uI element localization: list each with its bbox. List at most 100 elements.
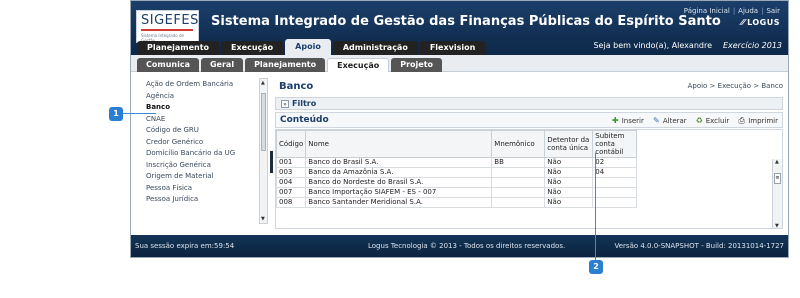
filter-label[interactable]: Filtro xyxy=(292,99,316,108)
link-ajuda[interactable]: Ajuda xyxy=(738,7,758,15)
sidebar-item-acao-ordem-bancaria[interactable]: Ação de Ordem Bancária xyxy=(141,79,266,91)
callout-badge-2: 2 xyxy=(589,260,603,274)
cell-subitem: 02 xyxy=(592,157,638,168)
scroll-down-icon[interactable]: ▼ xyxy=(261,216,265,222)
subtab-comunica[interactable]: Comunica xyxy=(137,58,199,72)
table-row[interactable]: 001 Banco do Brasil S.A. BB Não 02 xyxy=(276,157,638,168)
sidebar-item-banco[interactable]: Banco xyxy=(141,102,266,114)
sidebar-scrollbar[interactable]: ▲ ▼ xyxy=(259,78,268,224)
sub-tab-bar: Comunica Geral Planejamento Execução Pro… xyxy=(131,55,788,72)
sidebar-item-credor-generico[interactable]: Credor Genérico xyxy=(141,137,266,149)
copyright: Logus Tecnologia © 2013 - Todos os direi… xyxy=(368,242,566,250)
cell-nome: Banco Importação SIAFEM - ES - 007 xyxy=(305,187,493,198)
version-info: Versão 4.0.0-SNAPSHOT - Build: 20131014-… xyxy=(614,242,785,250)
print-label: Imprimir xyxy=(748,116,778,125)
breadcrumb: Apoio > Execução > Banco xyxy=(687,82,783,90)
sidebar-item-domicilio-bancario[interactable]: Domicílio Bancário da UG xyxy=(141,148,266,160)
sidebar-item-agencia[interactable]: Agência xyxy=(141,91,266,103)
scroll-up-icon[interactable]: ▲ xyxy=(261,80,265,86)
sidebar-item-inscricao-generica[interactable]: Inscrição Genérica xyxy=(141,160,266,172)
col-header-detentor[interactable]: Detentor da conta única xyxy=(544,130,594,158)
link-sair[interactable]: Sair xyxy=(766,7,780,15)
cell-codigo: 004 xyxy=(276,177,307,188)
sidebar-menu: Ação de Ordem Bancária Agência Banco CNA… xyxy=(141,79,266,225)
plus-icon: ✚ xyxy=(611,116,619,125)
sidebar-item-codigo-gru[interactable]: Código de GRU xyxy=(141,125,266,137)
cell-detentor: Não xyxy=(544,187,594,198)
subtab-planejamento[interactable]: Planejamento xyxy=(245,58,326,72)
logus-brand-text: LOGUS xyxy=(747,18,780,27)
cell-nome: Banco da Amazônia S.A. xyxy=(305,167,493,178)
table-row[interactable]: 004 Banco do Nordeste do Brasil S.A. Não xyxy=(276,177,638,188)
subtab-projeto[interactable]: Projeto xyxy=(391,58,443,72)
tab-administracao[interactable]: Administração xyxy=(332,41,418,55)
tab-execucao[interactable]: Execução xyxy=(221,41,284,55)
welcome-text: Seja bem vindo(a), Alexandre xyxy=(593,41,712,50)
sidebar-item-cnae[interactable]: CNAE xyxy=(141,114,266,126)
table-header-row: Código Nome Mnemônico Detentor da conta … xyxy=(276,130,638,158)
col-header-subitem[interactable]: Subitem conta contábil xyxy=(592,130,638,158)
cell-subitem xyxy=(592,187,638,198)
exercicio-label[interactable]: Exercício 2013 xyxy=(723,41,782,50)
edit-label: Alterar xyxy=(662,116,687,125)
cell-detentor: Não xyxy=(544,197,594,208)
edit-button[interactable]: ✎ Alterar xyxy=(652,116,687,125)
cell-detentor: Não xyxy=(544,157,594,168)
col-header-codigo[interactable]: Código xyxy=(276,130,307,158)
insert-button[interactable]: ✚ Inserir xyxy=(611,116,644,125)
link-separator: | xyxy=(732,7,736,15)
app-window: SIGEFES Sistema Integrado de Gestão Sist… xyxy=(130,0,789,258)
header: SIGEFES Sistema Integrado de Gestão Sist… xyxy=(131,1,788,55)
edit-icon: ✎ xyxy=(653,116,660,125)
cell-subitem xyxy=(592,177,638,188)
panel-splitter[interactable] xyxy=(270,151,273,173)
cell-nome: Banco do Brasil S.A. xyxy=(305,157,493,168)
sub-tabs: Comunica Geral Planejamento Execução Pro… xyxy=(137,58,443,72)
cell-mnemonico: BB xyxy=(491,157,546,168)
subtab-execucao[interactable]: Execução xyxy=(327,58,390,72)
sidebar-item-pessoa-juridica[interactable]: Pessoa Jurídica xyxy=(141,194,266,206)
col-header-mnemonico[interactable]: Mnemônico xyxy=(491,130,546,158)
page-title: Banco xyxy=(279,81,314,92)
table-row[interactable]: 008 Banco Santander Meridional S.A. Não xyxy=(276,197,638,208)
app-title: Sistema Integrado de Gestão das Finanças… xyxy=(211,14,721,29)
subtab-geral[interactable]: Geral xyxy=(200,58,244,72)
sidebar-item-origem-material[interactable]: Origem de Material xyxy=(141,171,266,183)
filter-bar[interactable]: » Filtro xyxy=(275,97,783,110)
scroll-up-icon[interactable]: ▲ xyxy=(775,159,779,165)
main-tabs: Planejamento Execução Apoio Administraçã… xyxy=(137,39,486,55)
delete-label: Excluir xyxy=(705,116,730,125)
banks-table: Código Nome Mnemônico Detentor da conta … xyxy=(276,130,638,208)
cell-codigo: 003 xyxy=(276,167,307,178)
col-header-nome[interactable]: Nome xyxy=(305,130,493,158)
table-scrollbar[interactable]: ▲ ≡ ▼ xyxy=(772,159,782,228)
footer: Sua sessão expira em:59:54 Logus Tecnolo… xyxy=(131,235,788,257)
table-row[interactable]: 007 Banco Importação SIAFEM - ES - 007 N… xyxy=(276,187,638,198)
printer-icon: ⎙ xyxy=(738,116,745,125)
cell-mnemonico xyxy=(491,167,546,178)
cell-codigo: 007 xyxy=(276,187,307,198)
sidebar-item-pessoa-fisica[interactable]: Pessoa Física xyxy=(141,183,266,195)
cell-mnemonico xyxy=(491,177,546,188)
logo-underline xyxy=(141,29,193,31)
tab-planejamento[interactable]: Planejamento xyxy=(137,41,220,55)
table-row[interactable]: 003 Banco da Amazônia S.A. Não 04 xyxy=(276,167,638,178)
cell-detentor: Não xyxy=(544,177,594,188)
expand-filter-icon[interactable]: » xyxy=(281,100,289,108)
print-button[interactable]: ⎙ Imprimir xyxy=(737,116,779,125)
link-pagina-inicial[interactable]: Página Inicial xyxy=(684,7,730,15)
scroll-down-icon[interactable]: ▼ xyxy=(775,223,779,228)
link-separator: | xyxy=(761,7,764,15)
callout-1-line xyxy=(123,113,156,114)
content-label: Conteúdo xyxy=(280,115,329,125)
cell-nome: Banco do Nordeste do Brasil S.A. xyxy=(305,177,493,188)
tab-apoio[interactable]: Apoio xyxy=(285,39,331,55)
cell-subitem: 04 xyxy=(592,167,638,178)
tab-flexvision[interactable]: Flexvision xyxy=(419,41,486,55)
delete-button[interactable]: ♻ Excluir xyxy=(695,116,730,125)
cell-detentor: Não xyxy=(544,167,594,178)
cell-mnemonico xyxy=(491,187,546,198)
cell-subitem xyxy=(592,197,638,208)
sidebar-scroll-thumb[interactable] xyxy=(261,93,266,151)
scroll-grip-icon[interactable]: ≡ xyxy=(774,173,781,184)
